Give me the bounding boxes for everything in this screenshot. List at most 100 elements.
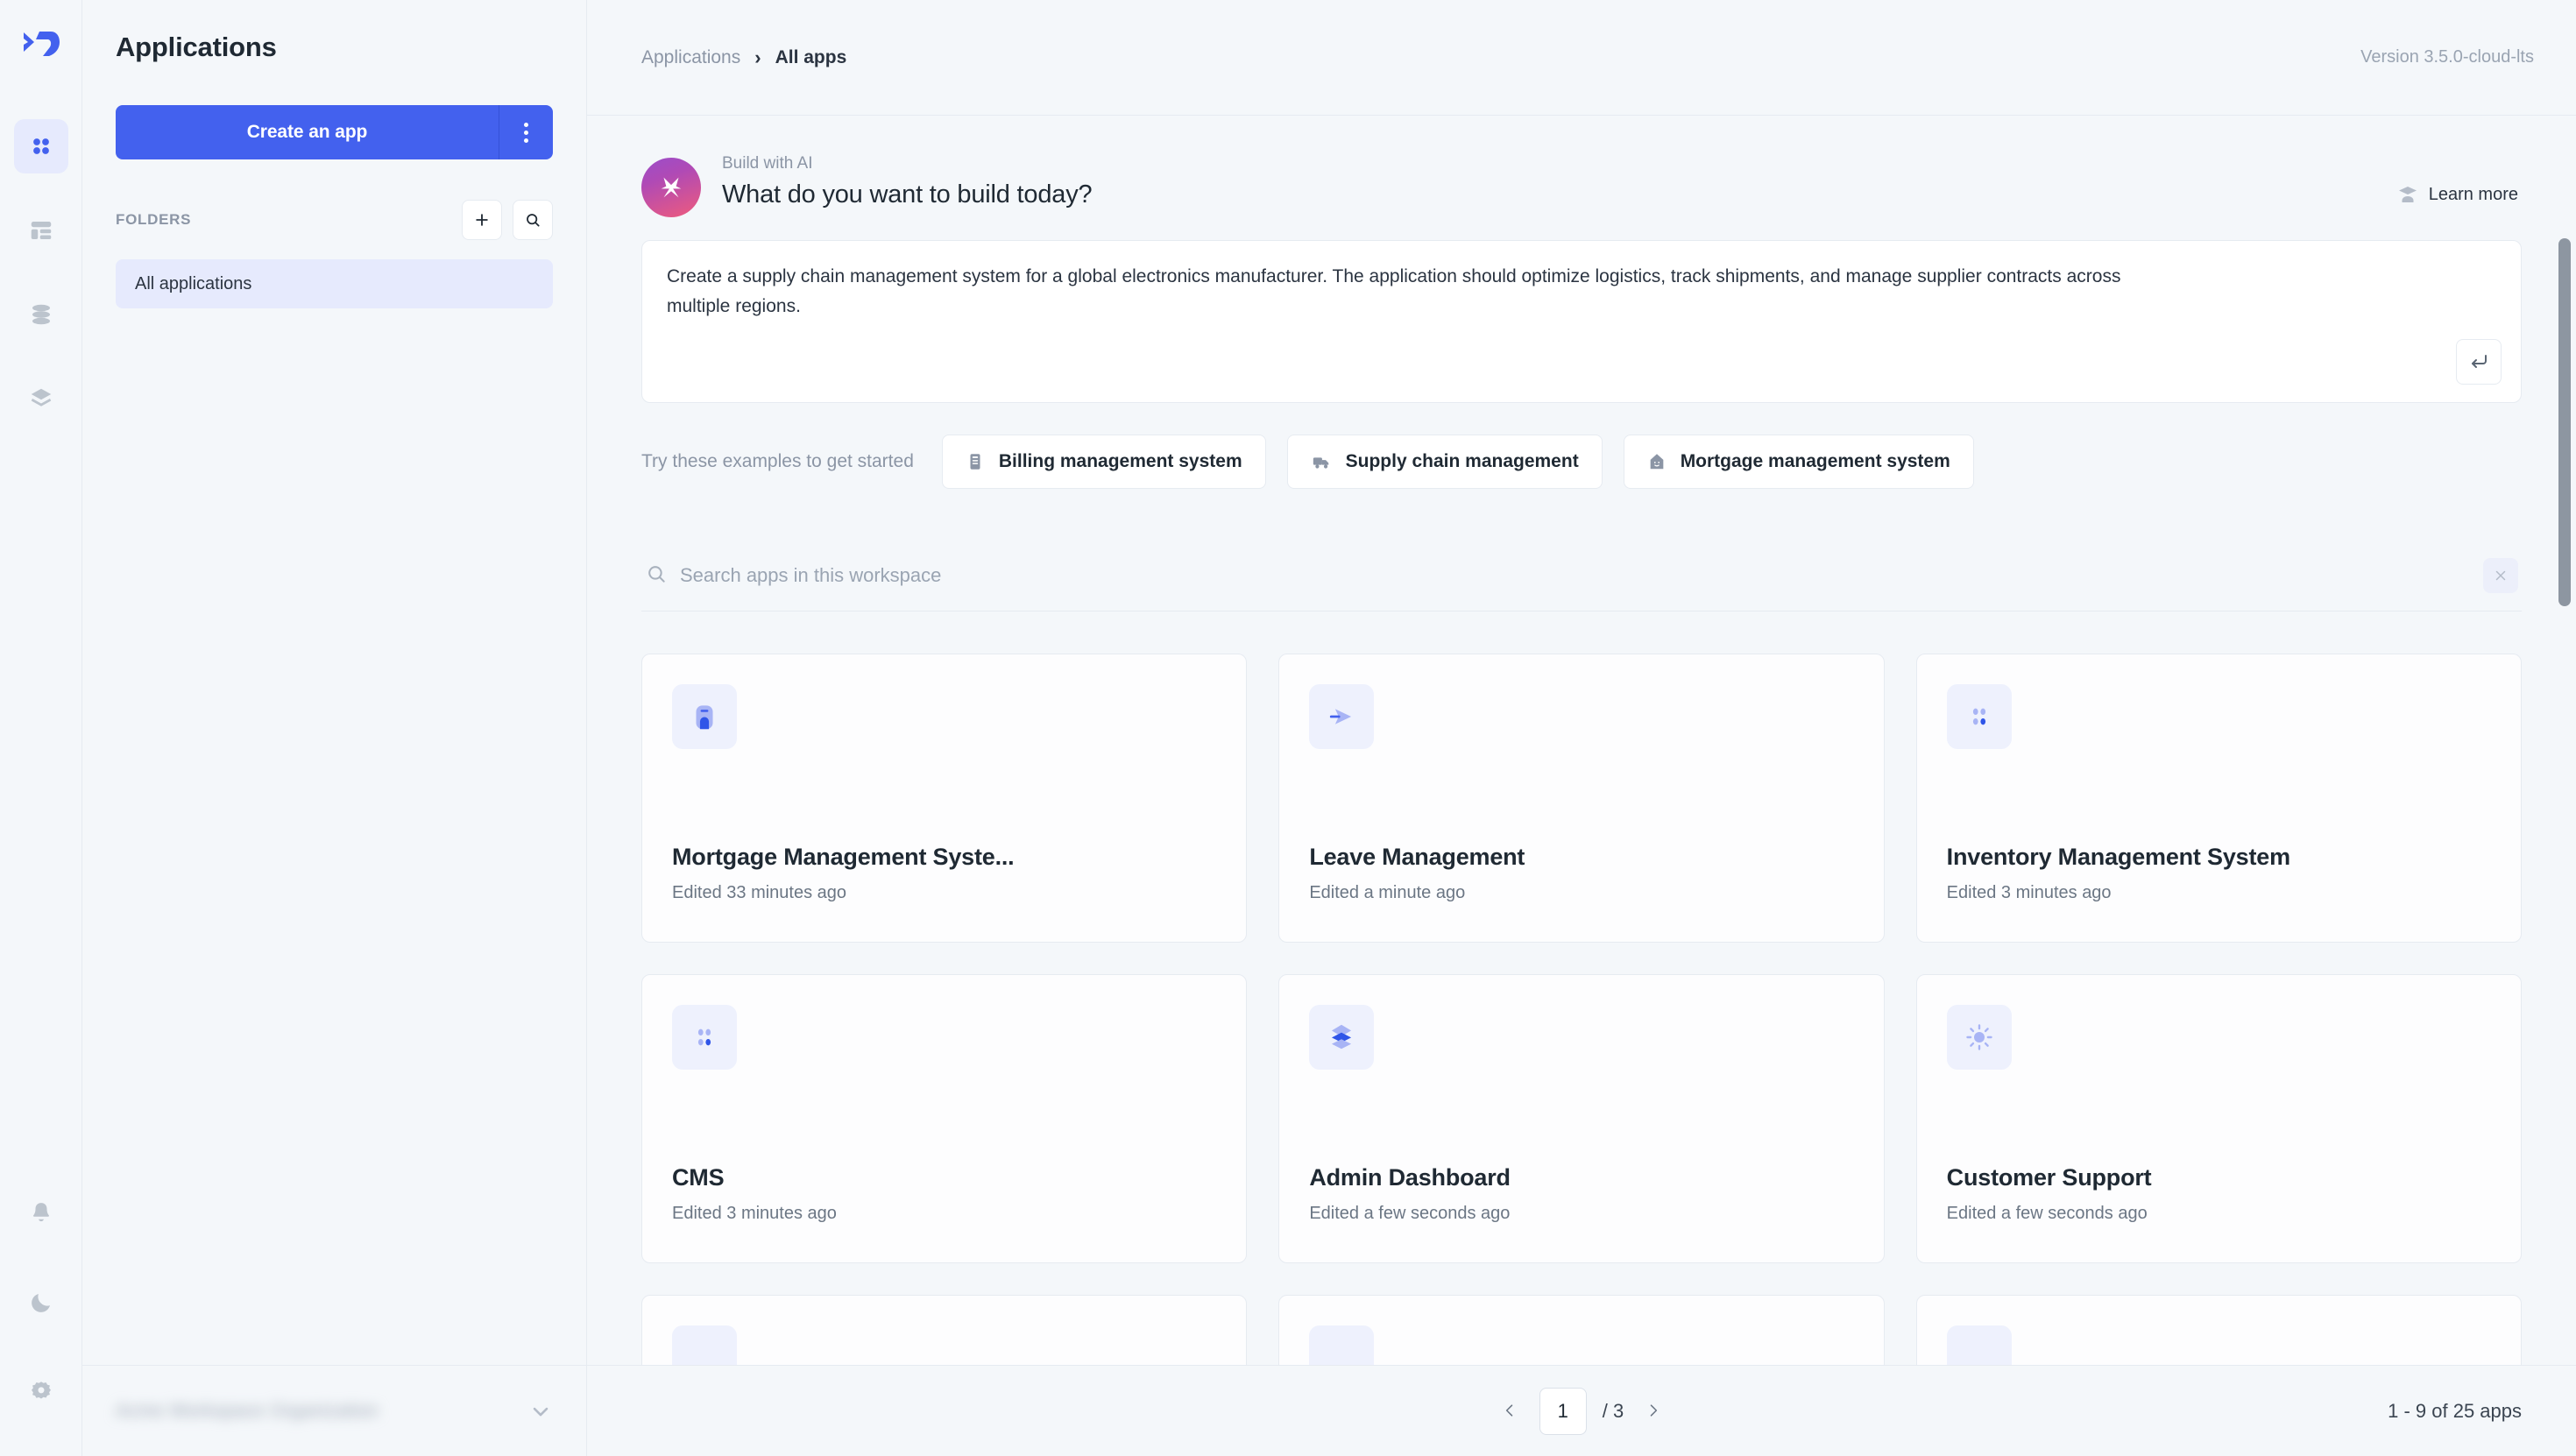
apps-grid-next-row — [641, 1295, 2522, 1365]
app-card-subtitle: Edited 3 minutes ago — [672, 1204, 1216, 1224]
example-chip-label: Mortgage management system — [1681, 451, 1950, 472]
search-clear-button[interactable] — [2483, 558, 2518, 593]
example-chip-billing[interactable]: Billing management system — [942, 435, 1266, 489]
sidebar-item-all-applications[interactable]: All applications — [116, 259, 553, 308]
app-card-title: Admin Dashboard — [1309, 1164, 1853, 1191]
app-card-body: Customer Support Edited a few seconds ag… — [1947, 1164, 2491, 1262]
dots-grid-icon — [1964, 702, 1994, 732]
receipt-icon — [966, 452, 985, 471]
app-card[interactable]: CMS Edited 3 minutes ago — [641, 974, 1247, 1263]
breadcrumb-all-apps: All apps — [775, 47, 847, 68]
app-card-body: Mortgage Management Syste... Edited 33 m… — [672, 844, 1216, 942]
total-pages-label: / 3 — [1603, 1400, 1624, 1423]
tooljet-logo[interactable] — [15, 19, 67, 68]
examples-label: Try these examples to get started — [641, 451, 914, 472]
app-card-title: Inventory Management System — [1947, 844, 2491, 871]
notifications-button[interactable] — [14, 1186, 68, 1240]
send-arrow-icon — [1325, 700, 1358, 733]
layers-icon — [1325, 1021, 1358, 1054]
previous-page-button[interactable] — [1496, 1395, 1524, 1428]
sidebar-item-database[interactable] — [14, 287, 68, 342]
rail-bottom-group — [14, 1186, 68, 1456]
app-card[interactable]: Admin Dashboard Edited a few seconds ago — [1278, 974, 1884, 1263]
app-card[interactable] — [1278, 1295, 1884, 1365]
folder-label: All applications — [135, 274, 251, 294]
workspace-name: Acme Workspace Organization — [116, 1401, 379, 1422]
moon-icon — [28, 1290, 54, 1316]
app-icon-placeholder — [1309, 1325, 1374, 1365]
apps-range-label: 1 - 9 of 25 apps — [2388, 1400, 2522, 1423]
gear-icon — [28, 1379, 54, 1405]
page-number-input[interactable] — [1539, 1388, 1587, 1435]
build-with-ai-header: Build with AI What do you want to build … — [641, 152, 2522, 217]
app-card-body: Admin Dashboard Edited a few seconds ago — [1309, 1164, 1853, 1262]
app-card[interactable]: Mortgage Management Syste... Edited 33 m… — [641, 654, 1247, 943]
theme-toggle-button[interactable] — [14, 1276, 68, 1330]
breadcrumb: Applications › All apps — [641, 46, 846, 69]
pagination-controls: / 3 — [1496, 1388, 1667, 1435]
applications-sidebar: Applications Create an app FOLDERS — [82, 0, 587, 1456]
vertical-scrollbar[interactable] — [2558, 238, 2571, 606]
app-card-subtitle: Edited 3 minutes ago — [1947, 883, 2491, 903]
apps-grid: Mortgage Management Syste... Edited 33 m… — [641, 654, 2522, 1263]
bell-icon — [28, 1200, 54, 1226]
search-icon — [645, 562, 668, 590]
layout-icon — [28, 217, 54, 244]
create-app-button[interactable]: Create an app — [116, 105, 499, 159]
sidebar-item-apps[interactable] — [14, 119, 68, 173]
close-icon — [2493, 568, 2509, 583]
truck-icon — [1311, 452, 1332, 471]
app-card-body: CMS Edited 3 minutes ago — [672, 1164, 1216, 1262]
app-root: Applications Create an app FOLDERS — [0, 0, 2576, 1456]
app-card-body: Inventory Management System Edited 3 min… — [1947, 844, 2491, 942]
database-icon — [28, 301, 54, 328]
app-card-subtitle: Edited a few seconds ago — [1309, 1204, 1853, 1224]
app-icon-backpack — [672, 684, 737, 749]
content: Build with AI What do you want to build … — [587, 116, 2576, 1365]
learn-more-link[interactable]: Learn more — [2397, 184, 2518, 205]
grid-icon — [28, 133, 54, 159]
app-card-subtitle: Edited a minute ago — [1309, 883, 1853, 903]
app-card[interactable] — [641, 1295, 1247, 1365]
scroll-area: Build with AI What do you want to build … — [587, 116, 2576, 1365]
add-folder-button[interactable] — [462, 200, 502, 240]
app-icon-dots-grid — [672, 1005, 737, 1070]
app-card[interactable]: Customer Support Edited a few seconds ag… — [1916, 974, 2522, 1263]
top-bar: Applications › All apps Version 3.5.0-cl… — [587, 0, 2576, 116]
app-icon-placeholder — [1947, 1325, 2012, 1365]
settings-button[interactable] — [14, 1365, 68, 1419]
chevron-down-icon — [528, 1399, 553, 1424]
pagination-footer: / 3 1 - 9 of 25 apps — [587, 1365, 2576, 1456]
app-card-title: Customer Support — [1947, 1164, 2491, 1191]
ai-submit-button[interactable] — [2456, 339, 2502, 385]
search-input[interactable] — [641, 564, 2483, 587]
backpack-icon — [688, 700, 721, 733]
ai-prompt-box[interactable]: Create a supply chain management system … — [641, 240, 2522, 403]
ai-prompt-text[interactable]: Create a supply chain management system … — [667, 262, 2121, 322]
search-folder-button[interactable] — [513, 200, 553, 240]
app-icon-dots-grid — [1947, 684, 2012, 749]
sidebar-spacer — [82, 308, 586, 1365]
app-card-title: CMS — [672, 1164, 1216, 1191]
app-card[interactable]: Inventory Management System Edited 3 min… — [1916, 654, 2522, 943]
sidebar-item-data-sources[interactable] — [14, 371, 68, 426]
folders-header: FOLDERS — [116, 200, 553, 240]
app-card[interactable] — [1916, 1295, 2522, 1365]
example-chip-supply-chain[interactable]: Supply chain management — [1287, 435, 1603, 489]
breadcrumb-applications[interactable]: Applications — [641, 47, 740, 68]
workspace-switcher[interactable]: Acme Workspace Organization — [82, 1365, 586, 1456]
page-title: Applications — [82, 0, 586, 63]
app-card[interactable]: Leave Management Edited a minute ago — [1278, 654, 1884, 943]
examples-row: Try these examples to get started Billin… — [641, 435, 2522, 489]
example-chip-mortgage[interactable]: Mortgage management system — [1624, 435, 1974, 489]
kebab-menu-icon — [524, 123, 528, 143]
next-page-button[interactable] — [1639, 1395, 1667, 1428]
app-card-body: Leave Management Edited a minute ago — [1309, 844, 1853, 942]
app-icon-sun — [1947, 1005, 2012, 1070]
graduation-cap-icon — [2397, 184, 2418, 205]
example-chip-label: Billing management system — [999, 451, 1242, 472]
app-card-subtitle: Edited a few seconds ago — [1947, 1204, 2491, 1224]
create-app-options-button[interactable] — [499, 105, 553, 159]
chevron-right-icon — [1645, 1402, 1662, 1419]
sidebar-item-workflows[interactable] — [14, 203, 68, 258]
